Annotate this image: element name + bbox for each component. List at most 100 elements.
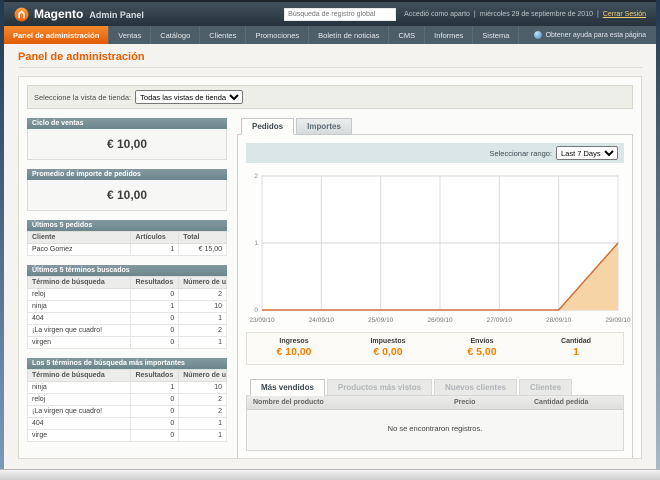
- brand-name: Magento: [34, 7, 84, 21]
- nav-item-cms[interactable]: CMS: [389, 26, 426, 44]
- nav-item-promociones[interactable]: Promociones: [246, 26, 310, 44]
- total-cantidad: Cantidad 1: [529, 338, 623, 358]
- help-link[interactable]: Obtener ayuda para esta página: [533, 26, 656, 44]
- grid-column-header: Precio: [448, 396, 528, 410]
- cell-number: 1: [178, 429, 227, 442]
- table-row: virge 0 1: [26, 429, 227, 442]
- box-title: Los 5 términos de búsqueda más important…: [27, 358, 227, 369]
- box-title: Promedio de importe de pedidos: [27, 169, 227, 180]
- box-table: Término de búsqueda Resultados Número de u…: [26, 276, 227, 349]
- svg-text:1: 1: [254, 240, 258, 247]
- tab-clientes[interactable]: Clientes: [518, 379, 573, 396]
- dashboard-box-ultimos-5-pedidos: Últimos 5 pedidos Cliente Artículos Total Pa…: [26, 220, 227, 256]
- logout-link[interactable]: Cerrar Sesión: [603, 11, 646, 18]
- cell-number: 0: [130, 336, 180, 349]
- tab-mas-vendidos[interactable]: Más vendidos: [250, 379, 325, 396]
- svg-text:0: 0: [254, 307, 258, 314]
- dashboard-columns: Ciclo de ventas € 10,00 Promedio de import…: [26, 118, 633, 458]
- box-table: Término de búsqueda Resultados Número de u…: [26, 369, 227, 442]
- brand-suffix: Admin Panel: [89, 10, 144, 20]
- nav-item-catalogo[interactable]: Catálogo: [151, 26, 201, 44]
- page-title: Panel de administración: [18, 51, 642, 68]
- svg-text:26/09/10: 26/09/10: [427, 317, 453, 324]
- box-title: Últimos 5 pedidos: [27, 220, 227, 231]
- cell-number: 0: [130, 312, 180, 325]
- current-date: miércoles 29 de septiembre de 2010: [479, 10, 593, 18]
- total-label: Impuestos: [370, 338, 406, 345]
- dashboard-box-ultimos-5-terminos-buscados: Últimos 5 términos buscados Término de bú…: [26, 265, 227, 349]
- cell-text: ninja: [26, 381, 132, 394]
- orders-panel: Seleccionar rango: Last 7 Days 0 1 2 23/09/…: [237, 134, 633, 458]
- table-row: ¡La virgen que cuadro! 0 2: [26, 405, 227, 418]
- nav-item-ventas[interactable]: Ventas: [109, 26, 152, 44]
- total-label: Ingresos: [279, 338, 309, 345]
- cell-number: 2: [178, 393, 227, 406]
- top-header: Magento Admin Panel Accedió como aparto …: [4, 0, 656, 26]
- total-value: € 10,00: [276, 346, 312, 358]
- separator: |: [596, 10, 599, 18]
- nav-item-clientes[interactable]: Clientes: [200, 26, 247, 44]
- cell-number: 0: [130, 405, 180, 418]
- tab-productos-mas-vistos[interactable]: Productos más vistos: [326, 379, 433, 396]
- totals-bar: Ingresos € 10,00 Impuestos € 0,00 Envíos € 5,…: [246, 332, 624, 365]
- global-search-input[interactable]: [284, 7, 397, 21]
- table-row: ninja 1 10: [26, 300, 227, 313]
- orders-chart: 0 1 2 23/09/10 24/09/10 25/09/10 26/09/10 27/09…: [246, 170, 631, 326]
- nav-item-informes[interactable]: Informes: [425, 26, 474, 44]
- total-value: € 0,00: [373, 346, 403, 358]
- total-envios: Envíos € 5,00: [435, 338, 529, 358]
- sidebar: Ciclo de ventas € 10,00 Promedio de import…: [26, 118, 227, 451]
- window-frame: Magento Admin Panel Accedió como aparto …: [0, 0, 660, 480]
- column-header: Término de búsqueda: [26, 276, 132, 289]
- dashboard-container: Seleccione la vista de tienda: Todas las…: [18, 76, 642, 459]
- magento-logo-icon: [14, 7, 29, 21]
- total-label: Envíos: [470, 338, 494, 345]
- cell-number: 10: [178, 381, 227, 394]
- nav-item-sistema[interactable]: Sistema: [473, 26, 520, 44]
- user-info: Accedió como aparto | miércoles 29 de se…: [404, 11, 646, 18]
- svg-text:23/09/10: 23/09/10: [249, 317, 275, 324]
- cell-number: 1: [130, 243, 180, 256]
- total-label: Cantidad: [561, 338, 591, 345]
- range-bar: Seleccionar rango: Last 7 Days: [246, 143, 624, 163]
- dashboard-box-promedio-de-importe-de-pedidos: Promedio de importe de pedidos € 10,00: [27, 169, 227, 211]
- range-select[interactable]: Last 7 Days: [556, 146, 618, 160]
- products-grid: Nombre del producto Precio Cantidad pedida…: [246, 395, 624, 451]
- nav-item-boletin-de-noticias[interactable]: Boletín de noticias: [309, 26, 390, 44]
- store-view-select[interactable]: Todas las vistas de tienda: [135, 90, 244, 104]
- total-ingresos: Ingresos € 10,00: [247, 338, 341, 358]
- cell-text: virge: [26, 429, 132, 442]
- column-header: Número de usos: [178, 276, 227, 289]
- column-header: Número de usos: [178, 369, 227, 382]
- cell-text: reloj: [26, 288, 132, 301]
- cell-number: 1: [130, 381, 180, 394]
- tab-pedidos[interactable]: Pedidos: [241, 118, 295, 135]
- cell-text: 404: [26, 417, 132, 430]
- column-header: Cliente: [26, 231, 132, 244]
- column-header: Resultados: [130, 369, 180, 382]
- page-content: Panel de administración Seleccione la vi…: [4, 44, 656, 469]
- box-title: Ciclo de ventas: [27, 118, 227, 129]
- cell-number: 2: [178, 405, 227, 418]
- window-bottom-bar: [0, 469, 660, 480]
- tab-importes[interactable]: Importes: [296, 118, 352, 135]
- svg-text:2: 2: [254, 173, 258, 180]
- table-row: virgen 0 1: [26, 336, 227, 349]
- separator: |: [473, 10, 476, 18]
- table-row: Paco Gomez 1 € 15,00: [26, 243, 227, 256]
- cell-number: 0: [130, 417, 180, 430]
- cell-number: 1: [178, 417, 227, 430]
- empty-message: No se encontraron registros.: [387, 424, 483, 433]
- tab-nuevos-clientes[interactable]: Nuevos clientes: [434, 379, 517, 396]
- cell-number: € 15,00: [178, 243, 227, 256]
- window-edge-right: [656, 0, 660, 480]
- cell-text: ¡La virgen que cuadro!: [26, 324, 132, 337]
- cell-text: ¡La virgen que cuadro!: [26, 405, 132, 418]
- table-row: ¡La virgen que cuadro! 0 2: [26, 324, 227, 337]
- store-view-bar: Seleccione la vista de tienda: Todas las…: [27, 85, 633, 109]
- grid-column-header: Nombre del producto: [247, 396, 448, 410]
- dashboard-main: Pedidos Importes Seleccionar rango: Last …: [237, 118, 633, 458]
- svg-text:24/09/10: 24/09/10: [309, 317, 335, 324]
- column-header: Total: [178, 231, 227, 244]
- nav-item-panel-de-administracion[interactable]: Panel de administración: [4, 26, 110, 44]
